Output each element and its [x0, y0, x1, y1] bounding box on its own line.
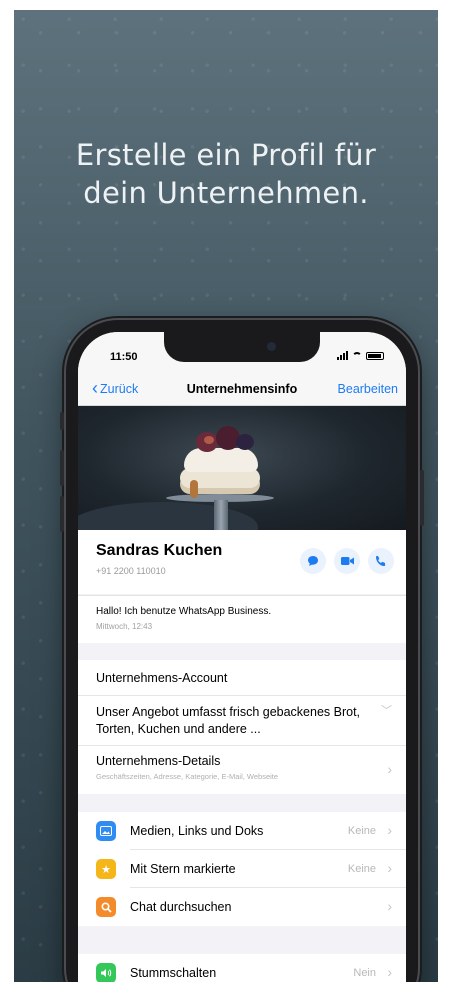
search-icon — [96, 897, 116, 917]
mute-switch — [60, 412, 64, 430]
media-value: Keine — [347, 825, 376, 837]
about-date: Mittwoch, 12:43 — [96, 622, 153, 631]
business-details-subtitle: Geschäftszeiten, Adresse, Kategorie, E-M… — [96, 772, 279, 781]
search-chat-label: Chat durchsuchen — [130, 900, 232, 914]
headline-line-1: Erstelle ein Profil für — [75, 138, 377, 172]
chevron-down-icon[interactable]: ﹀ — [381, 702, 392, 718]
starred-messages-row[interactable]: ★ Mit Stern markierte Keine › — [78, 850, 406, 888]
media-links-docs-row[interactable]: Medien, Links und Doks Keine › — [78, 812, 406, 850]
chat-icon — [308, 556, 318, 566]
video-camera-icon — [340, 557, 354, 565]
voice-call-button[interactable] — [368, 548, 394, 574]
cake-top — [184, 448, 258, 472]
notch — [164, 332, 320, 362]
promo-headline: Erstelle ein Profil für dein Unternehmen… — [14, 136, 438, 212]
power-button — [420, 470, 424, 526]
starred-label: Mit Stern markierte — [130, 862, 236, 876]
chevron-right-icon: › — [387, 860, 392, 876]
camera-icon — [267, 342, 276, 351]
headline-line-2: dein Unternehmen. — [83, 176, 369, 210]
chevron-right-icon: › — [387, 822, 392, 838]
business-account-label: Unternehmens-Account — [96, 671, 228, 685]
business-details-label: Unternehmens-Details — [96, 754, 221, 768]
edit-button[interactable]: Bearbeiten — [338, 382, 398, 396]
business-name: Sandras Kuchen — [96, 542, 223, 559]
cloth-shape — [78, 502, 258, 530]
status-icons — [337, 351, 384, 360]
business-description-row[interactable]: Unser Angebot umfasst frisch gebackenes … — [78, 696, 406, 746]
mute-value: Nein — [353, 967, 376, 979]
volume-up-button — [60, 450, 64, 486]
wifi-icon — [352, 351, 362, 360]
media-label: Medien, Links und Doks — [130, 824, 264, 838]
profile-cover-photo[interactable] — [78, 406, 406, 530]
chevron-right-icon: › — [387, 761, 392, 777]
berries — [236, 434, 254, 450]
contact-actions — [300, 548, 394, 574]
business-account-row: Unternehmens-Account — [78, 660, 406, 696]
promo-card: Erstelle ein Profil für dein Unternehmen… — [14, 10, 438, 982]
photo-icon — [96, 821, 116, 841]
speaker-icon — [96, 963, 116, 982]
message-button[interactable] — [300, 548, 326, 574]
business-section: Unternehmens-Account Unser Angebot umfas… — [78, 660, 406, 794]
cake-stand-leg — [214, 500, 228, 530]
search-chat-row[interactable]: Chat durchsuchen › — [78, 888, 406, 926]
business-phone: +91 2200 110010 — [96, 566, 166, 576]
signal-icon — [337, 351, 348, 360]
volume-down-button — [60, 496, 64, 532]
chevron-right-icon: › — [387, 964, 392, 980]
mute-row[interactable]: Stummschalten Nein › — [78, 954, 406, 982]
caramel-drip — [190, 480, 198, 498]
business-description: Unser Angebot umfasst frisch gebackenes … — [96, 705, 361, 736]
phone-icon — [376, 556, 386, 566]
media-section: Medien, Links und Doks Keine › ★ Mit Ste… — [78, 812, 406, 926]
about-status[interactable]: Hallo! Ich benutze WhatsApp Business. Mi… — [78, 595, 406, 643]
business-details-row[interactable]: Unternehmens-Details Geschäftszeiten, Ad… — [78, 746, 406, 794]
navigation-bar: ‹ Zurück Unternehmensinfo Bearbeiten — [78, 372, 406, 406]
about-text: Hallo! Ich benutze WhatsApp Business. — [96, 606, 272, 617]
fig-cut — [204, 436, 214, 444]
status-time: 11:50 — [110, 351, 138, 363]
mute-section: Stummschalten Nein › — [78, 954, 406, 982]
phone-frame: 11:50 ‹ Zurück Unternehmensinfo Bearbeit… — [60, 320, 424, 982]
starred-value: Keine — [347, 863, 376, 875]
profile-header: Sandras Kuchen +91 2200 110010 — [78, 530, 406, 594]
battery-icon — [366, 351, 384, 360]
chevron-right-icon: › — [387, 898, 392, 914]
video-call-button[interactable] — [334, 548, 360, 574]
phone-screen: 11:50 ‹ Zurück Unternehmensinfo Bearbeit… — [78, 332, 406, 982]
mute-label: Stummschalten — [130, 966, 217, 980]
star-icon: ★ — [96, 859, 116, 879]
